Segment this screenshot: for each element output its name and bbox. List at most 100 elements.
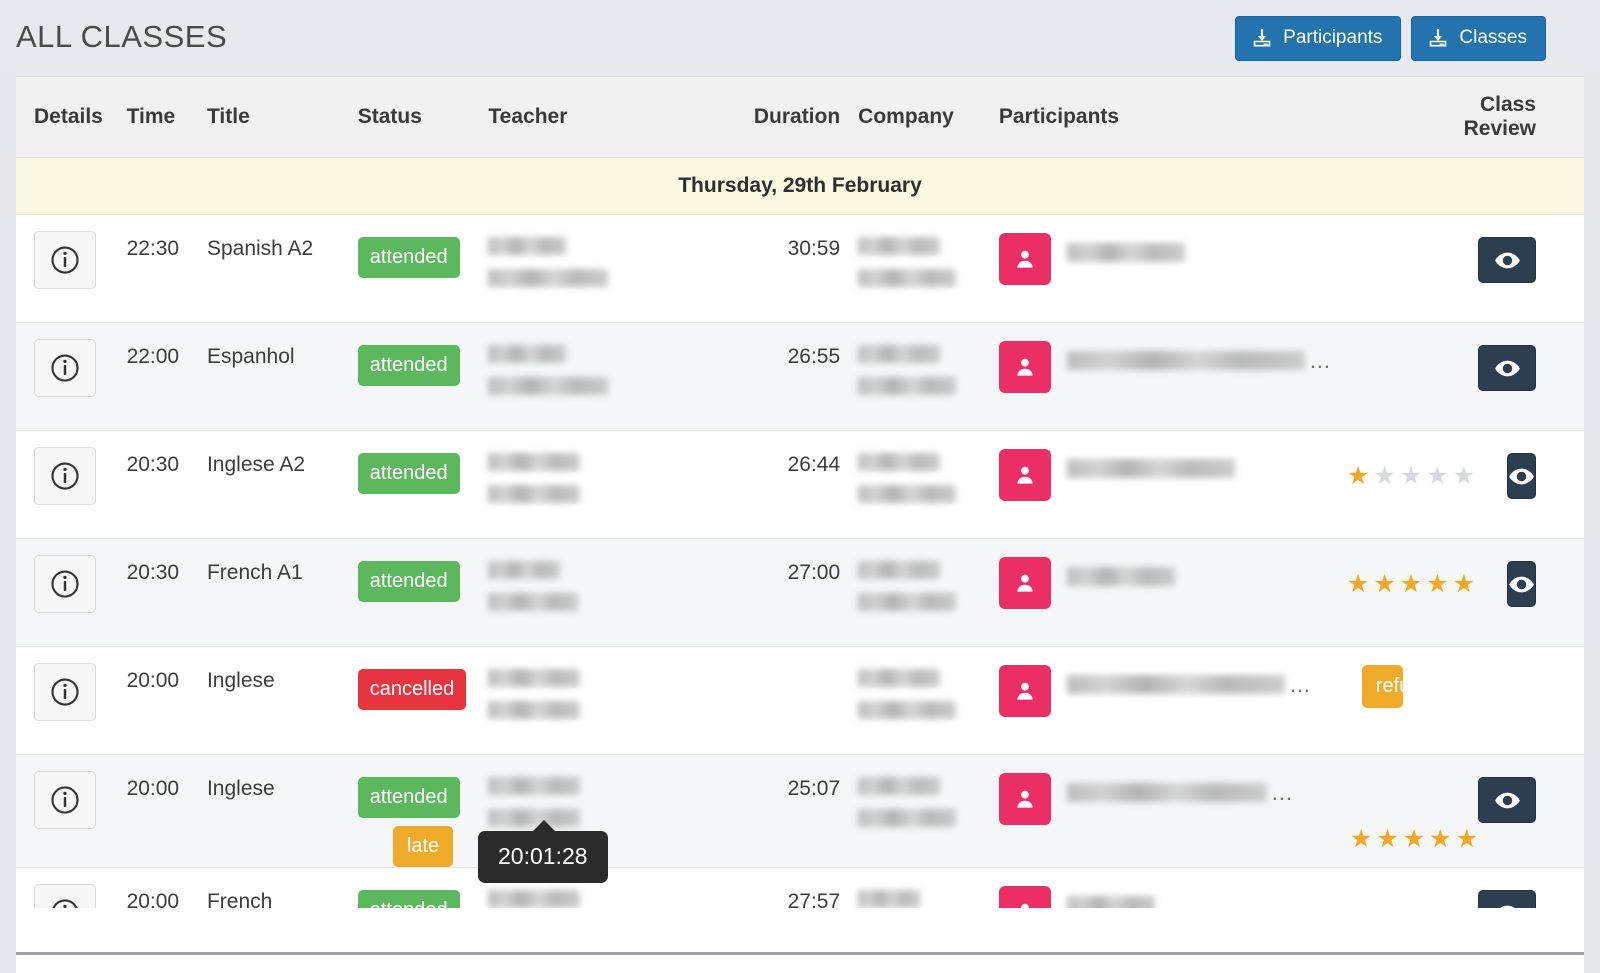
bottom-divider: [16, 952, 1584, 955]
view-review-button[interactable]: [1507, 453, 1536, 499]
export-participants-button[interactable]: Participants: [1235, 16, 1401, 61]
column-header-class-review: Class Review: [1403, 77, 1584, 158]
participant-avatar[interactable]: [999, 557, 1051, 609]
participant-avatar[interactable]: [999, 341, 1051, 393]
teacher-name-redacted: [488, 345, 729, 395]
date-group-label: Thursday, 29th February: [16, 158, 1584, 215]
cell-time: 20:00: [127, 647, 207, 755]
eye-icon: [1508, 571, 1535, 598]
table-row: 20:00Ingleseattendedlate25:07…★★★★★: [16, 755, 1584, 868]
redacted-text: [858, 237, 940, 255]
class-review-content: ★★★★★: [1403, 777, 1536, 853]
table-row: 20:30Inglese A2attended26:44★★★★★: [16, 431, 1584, 539]
status-badges: cancelled: [358, 669, 489, 710]
star-rating: ★★★★★: [1347, 572, 1475, 597]
user-icon: [1012, 462, 1038, 488]
export-classes-button[interactable]: Classes: [1411, 16, 1546, 61]
participant-name: [1067, 453, 1235, 478]
redacted-text: [858, 345, 940, 363]
table-row: 20:30French A1attended27:00★★★★★: [16, 539, 1584, 647]
teacher-name-redacted: [488, 561, 729, 611]
star-icon: ★: [1453, 572, 1475, 597]
cell-teacher: [488, 215, 729, 323]
redacted-text: [858, 269, 956, 287]
redacted-text: [1067, 351, 1305, 370]
participant-avatar[interactable]: [999, 449, 1051, 501]
info-icon: [50, 353, 80, 383]
details-info-button[interactable]: [34, 555, 96, 613]
user-icon: [1012, 354, 1038, 380]
participant-avatar[interactable]: [999, 233, 1051, 285]
column-header-company: Company: [840, 77, 981, 158]
cell-teacher: [488, 431, 729, 539]
cell-details: [16, 323, 127, 431]
cell-company: [840, 215, 981, 323]
view-review-button[interactable]: [1478, 345, 1536, 391]
cell-duration: [730, 647, 841, 755]
status-badge: cancelled: [358, 669, 467, 710]
cell-duration: 26:44: [730, 431, 841, 539]
status-badge: attended: [358, 453, 460, 494]
star-icon: ★: [1347, 464, 1369, 489]
details-info-button[interactable]: [34, 663, 96, 721]
redacted-text: [858, 777, 940, 795]
class-review-content: ★★★★★: [1403, 453, 1536, 499]
review-row: [1403, 237, 1536, 283]
details-info-button[interactable]: [34, 231, 96, 289]
participant-name: …: [1067, 345, 1332, 370]
table-head: Details Time Title Status Teacher Durati…: [16, 77, 1584, 158]
truncation-ellipsis: …: [1271, 786, 1294, 799]
status-badges: attended: [358, 561, 489, 602]
redacted-text: [1067, 675, 1285, 694]
redacted-text: [488, 593, 578, 611]
participant-avatar[interactable]: [999, 773, 1051, 825]
details-info-button[interactable]: [34, 447, 96, 505]
table-row: 22:00Espanholattended26:55…: [16, 323, 1584, 431]
company-name-redacted: [858, 453, 981, 503]
cell-details: [16, 215, 127, 323]
class-review-content: [1403, 237, 1536, 283]
status-badge: attended: [358, 777, 460, 818]
redacted-text: [488, 890, 580, 908]
view-review-button[interactable]: [1507, 561, 1536, 607]
teacher-name-redacted: [488, 237, 729, 287]
export-participants-label: Participants: [1283, 28, 1382, 47]
class-start-tooltip: 20:01:28: [478, 831, 608, 883]
details-info-button[interactable]: [34, 771, 96, 829]
cell-class-review: [1403, 647, 1584, 755]
cell-details: [16, 755, 127, 868]
classes-table-container: Details Time Title Status Teacher Durati…: [16, 76, 1584, 973]
column-header-teacher: Teacher: [488, 77, 729, 158]
details-info-button[interactable]: [34, 339, 96, 397]
cell-duration: 26:55: [730, 323, 841, 431]
status-badges: attendedlate: [358, 777, 489, 867]
column-header-time: Time: [127, 77, 207, 158]
eye-icon: [1494, 355, 1521, 382]
view-review-button[interactable]: [1478, 777, 1536, 823]
cell-status: attendedlate: [358, 755, 489, 868]
review-top-row: [1478, 777, 1536, 823]
redacted-text: [488, 377, 608, 395]
redacted-text: [488, 701, 580, 719]
cell-duration: 27:00: [730, 539, 841, 647]
class-review-content: [1403, 345, 1536, 391]
participant-avatar[interactable]: [999, 665, 1051, 717]
cell-class-review: ★★★★★: [1403, 431, 1584, 539]
page-title: ALL CLASSES: [16, 21, 227, 56]
status-badge: attended: [358, 345, 460, 386]
cell-time: 20:30: [127, 539, 207, 647]
cell-class-review: [1403, 215, 1584, 323]
all-classes-panel: ALL CLASSES Participants: [0, 0, 1600, 973]
star-icon: ★: [1453, 464, 1475, 489]
cell-duration: 30:59: [730, 215, 841, 323]
cell-status: attended: [358, 539, 489, 647]
column-header-participants: Participants: [981, 77, 1403, 158]
view-review-button[interactable]: [1478, 237, 1536, 283]
cell-company: [840, 755, 981, 868]
table-footer-area: [16, 908, 1584, 954]
column-header-status: Status: [358, 77, 489, 158]
classes-page: ALL CLASSES Participants: [0, 0, 1600, 973]
participant-name: …: [1067, 669, 1312, 694]
redacted-text: [488, 237, 566, 255]
teacher-name-redacted: [488, 669, 729, 719]
